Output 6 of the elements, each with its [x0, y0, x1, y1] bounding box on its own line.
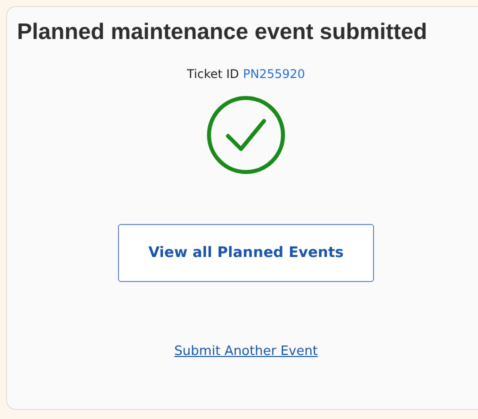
ticket-id: PN255920 [243, 67, 306, 81]
card-title: Planned maintenance event submitted [17, 19, 428, 45]
view-events-button[interactable]: View all Planned Events [118, 224, 374, 282]
ticket-label: Ticket ID [186, 67, 240, 81]
check-circle-icon [206, 95, 286, 175]
submit-another-link[interactable]: Submit Another Event [174, 344, 318, 359]
